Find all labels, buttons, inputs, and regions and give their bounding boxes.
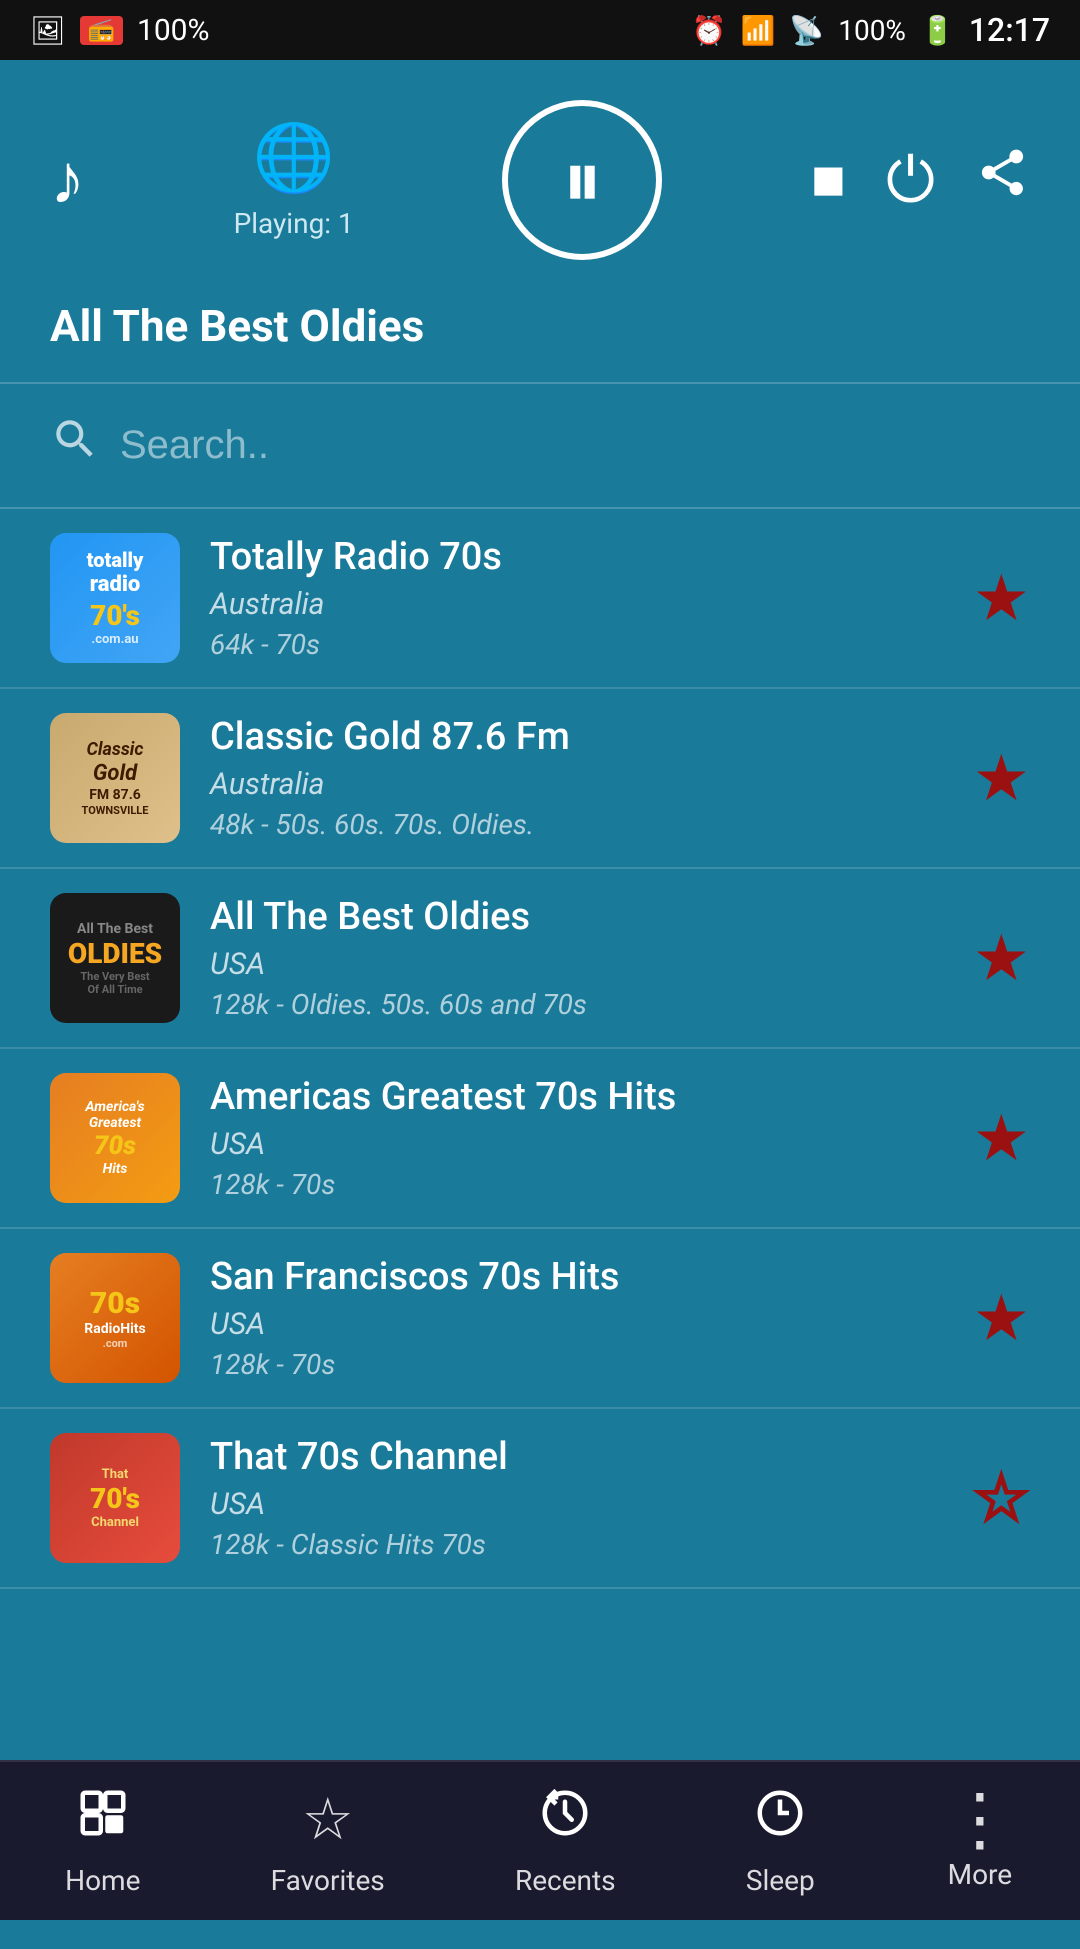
stop-button[interactable]: ■: [811, 146, 846, 214]
station-item[interactable]: America's Greatest 70s Hits Americas Gre…: [0, 1049, 1080, 1229]
station-country: USA: [210, 947, 943, 982]
player-header: ♪ 🌐 Playing: 1 ⏸ ■ ⏻: [0, 60, 1080, 290]
bottom-nav: Home ☆ Favorites Recents Sleep ⋮ More: [0, 1760, 1080, 1920]
alarm-icon: ⏰: [692, 14, 727, 47]
radio-icon: 📻: [80, 16, 123, 45]
station-name: All The Best Oldies: [210, 895, 943, 939]
station-item[interactable]: 70s RadioHits .com San Franciscos 70s Hi…: [0, 1229, 1080, 1409]
nav-home[interactable]: Home: [65, 1786, 140, 1897]
sleep-label: Sleep: [746, 1864, 815, 1897]
station-info: San Franciscos 70s Hits USA 128k - 70s: [210, 1255, 943, 1381]
favorite-star[interactable]: ★: [973, 1101, 1030, 1176]
station-info: That 70s Channel USA 128k - Classic Hits…: [210, 1435, 943, 1561]
station-country: Australia: [210, 767, 943, 802]
nav-favorites[interactable]: ☆ Favorites: [271, 1785, 385, 1897]
home-icon: [76, 1786, 130, 1854]
nav-more[interactable]: ⋮ More: [945, 1792, 1015, 1891]
favorites-label: Favorites: [271, 1864, 385, 1897]
station-country: USA: [210, 1127, 943, 1162]
recents-icon: [538, 1786, 592, 1854]
station-list: totally radio 70's .com.au Totally Radio…: [0, 509, 1080, 1949]
nav-sleep[interactable]: Sleep: [746, 1786, 815, 1897]
globe-section[interactable]: 🌐 Playing: 1: [234, 120, 354, 240]
sleep-icon: [753, 1786, 807, 1854]
wifi-icon: 📶: [740, 14, 775, 47]
favorite-star[interactable]: ★: [973, 1281, 1030, 1356]
station-meta: 48k - 50s. 60s. 70s. Oldies.: [210, 808, 943, 841]
status-left: 🖼 📻 100%: [30, 13, 210, 48]
station-country: USA: [210, 1307, 943, 1342]
share-button[interactable]: [975, 145, 1030, 215]
nav-recents[interactable]: Recents: [515, 1786, 616, 1897]
favorite-star[interactable]: ★: [973, 921, 1030, 996]
station-logo: America's Greatest 70s Hits: [50, 1073, 180, 1203]
pause-button[interactable]: ⏸: [502, 100, 662, 260]
station-logo: 70s RadioHits .com: [50, 1253, 180, 1383]
music-note-icon: ♪: [50, 139, 85, 221]
station-meta: 64k - 70s: [210, 628, 943, 661]
station-logo: All The Best OLDIES The Very Best Of All…: [50, 893, 180, 1023]
now-playing-title: All The Best Oldies: [0, 290, 1080, 382]
search-icon: [50, 414, 100, 477]
station-meta: 128k - 70s: [210, 1348, 943, 1381]
pause-icon: ⏸: [562, 133, 602, 227]
status-right: ⏰ 📶 📡 100% 🔋 12:17: [692, 11, 1050, 49]
station-info: Americas Greatest 70s Hits USA 128k - 70…: [210, 1075, 943, 1201]
favorite-star[interactable]: ☆: [973, 1461, 1030, 1536]
search-input[interactable]: [120, 423, 1030, 468]
station-country: Australia: [210, 587, 943, 622]
station-name: That 70s Channel: [210, 1435, 943, 1479]
image-icon: 🖼: [30, 14, 66, 47]
power-button[interactable]: ⏻: [886, 144, 935, 217]
station-item[interactable]: totally radio 70's .com.au Totally Radio…: [0, 509, 1080, 689]
station-name: Totally Radio 70s: [210, 535, 943, 579]
station-logo: Classic Gold FM 87.6 TOWNSVILLE: [50, 713, 180, 843]
station-item[interactable]: All The Best OLDIES The Very Best Of All…: [0, 869, 1080, 1049]
battery-icon: 🔋: [920, 14, 955, 47]
globe-icon: 🌐: [253, 120, 335, 197]
recents-label: Recents: [515, 1864, 616, 1897]
favorite-star[interactable]: ★: [973, 741, 1030, 816]
music-section: ♪: [50, 139, 85, 221]
station-logo: That 70's Channel: [50, 1433, 180, 1563]
station-meta: 128k - 70s: [210, 1168, 943, 1201]
station-info: All The Best Oldies USA 128k - Oldies. 5…: [210, 895, 943, 1021]
station-name: Classic Gold 87.6 Fm: [210, 715, 943, 759]
playing-label: Playing: 1: [234, 207, 354, 240]
station-name: Americas Greatest 70s Hits: [210, 1075, 943, 1119]
status-bar: 🖼 📻 100% ⏰ 📶 📡 100% 🔋 12:17: [0, 0, 1080, 60]
station-name: San Franciscos 70s Hits: [210, 1255, 943, 1299]
search-bar: [0, 384, 1080, 509]
cellular-icon: 📡: [789, 14, 824, 47]
home-label: Home: [65, 1864, 140, 1897]
station-item[interactable]: Classic Gold FM 87.6 TOWNSVILLE Classic …: [0, 689, 1080, 869]
favorite-star[interactable]: ★: [973, 561, 1030, 636]
station-info: Classic Gold 87.6 Fm Australia 48k - 50s…: [210, 715, 943, 841]
station-item[interactable]: That 70's Channel That 70s Channel USA 1…: [0, 1409, 1080, 1589]
station-logo: totally radio 70's .com.au: [50, 533, 180, 663]
station-country: USA: [210, 1487, 943, 1522]
time-display: 12:17: [969, 11, 1050, 49]
more-label: More: [948, 1858, 1013, 1891]
station-meta: 128k - Oldies. 50s. 60s and 70s: [210, 988, 943, 1021]
more-icon: ⋮: [945, 1792, 1015, 1848]
station-meta: 128k - Classic Hits 70s: [210, 1528, 943, 1561]
battery-percent: 100%: [838, 14, 906, 47]
favorites-icon: ☆: [302, 1785, 354, 1854]
signal-count: 100%: [137, 13, 210, 48]
station-info: Totally Radio 70s Australia 64k - 70s: [210, 535, 943, 661]
player-controls-right: ■ ⏻: [811, 144, 1030, 217]
